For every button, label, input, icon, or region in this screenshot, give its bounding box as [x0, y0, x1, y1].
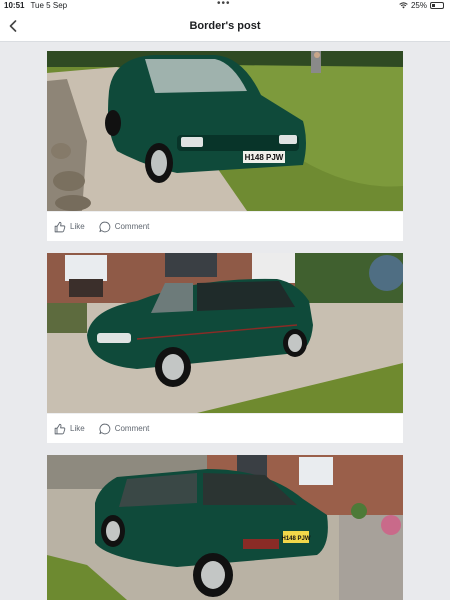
comment-label-2: Comment — [114, 424, 150, 433]
comment-label-1: Comment — [114, 222, 150, 231]
thumbs-up-icon — [54, 423, 66, 434]
like-button-1[interactable]: Like — [54, 221, 85, 233]
battery-percent: 25% — [410, 1, 427, 10]
status-right: 25% — [399, 1, 444, 10]
license-plate-3: H148 PJW — [281, 536, 310, 542]
post-actions-2: Like Comment — [47, 413, 403, 443]
status-left: 10:51 Tue 5 Sep — [4, 1, 67, 10]
battery-icon — [430, 2, 444, 9]
post-card-2: Like Comment — [47, 253, 403, 443]
page-title: Border's post — [189, 20, 261, 32]
post-card-3: H148 PJW — [47, 455, 403, 600]
thumbs-up-icon — [54, 221, 66, 232]
license-plate-1: H148 PJW — [245, 153, 284, 162]
comment-button-1[interactable]: Comment — [99, 221, 150, 233]
nav-bar: Border's post — [0, 12, 450, 42]
status-date: Tue 5 Sep — [30, 1, 68, 10]
comment-icon — [99, 423, 110, 434]
post-photo-2[interactable] — [47, 253, 403, 413]
status-time: 10:51 — [4, 1, 25, 10]
status-bar: 10:51 Tue 5 Sep ••• 25% — [0, 0, 450, 12]
battery-level — [432, 4, 435, 7]
like-label-1: Like — [70, 222, 85, 231]
like-label-2: Like — [70, 424, 85, 433]
post-actions-1: Like Comment — [47, 211, 403, 241]
comment-icon — [99, 221, 110, 232]
wifi-icon — [399, 2, 408, 9]
multitask-dots[interactable]: ••• — [217, 0, 231, 9]
post-card-1: H148 PJW Like Comment — [47, 51, 403, 241]
post-photo-3[interactable]: H148 PJW — [47, 455, 403, 600]
comment-button-2[interactable]: Comment — [99, 423, 150, 435]
post-photo-1[interactable]: H148 PJW — [47, 51, 403, 211]
like-button-2[interactable]: Like — [54, 423, 85, 435]
